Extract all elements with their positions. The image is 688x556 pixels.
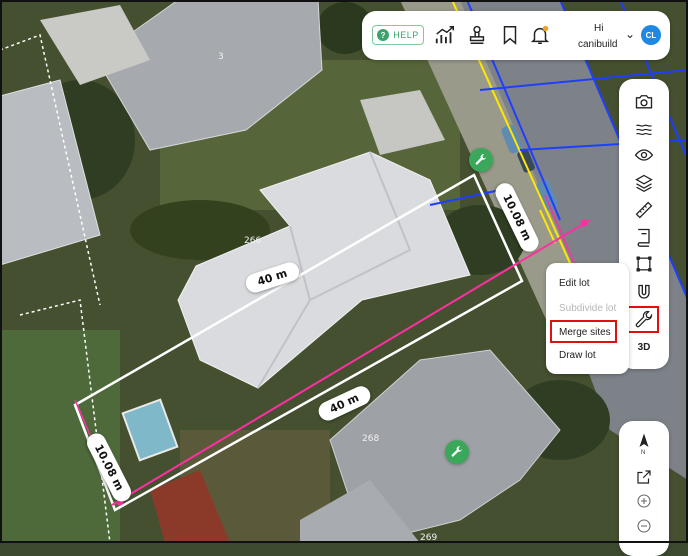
bookmark-icon[interactable]: [499, 24, 521, 46]
lot-number-label: 266: [244, 236, 262, 246]
map-navigation-rail: N: [619, 421, 669, 556]
top-toolbar: ? HELP Hi canibuild ⌄ CL: [362, 11, 670, 60]
lot-tools-button[interactable]: [632, 308, 656, 332]
lot-tool-pin[interactable]: [469, 148, 493, 172]
magnet-icon: [638, 284, 650, 299]
chart-icon[interactable]: [434, 24, 456, 46]
user-greeting: Hi: [594, 23, 604, 34]
select-area-button[interactable]: [632, 252, 656, 276]
measure-button[interactable]: [632, 198, 656, 222]
wrench-icon: [635, 310, 653, 328]
zoom-in-icon: [637, 494, 651, 508]
notification-bell-icon[interactable]: [529, 24, 551, 46]
zoom-out-button[interactable]: [632, 514, 656, 538]
eye-icon: [634, 149, 654, 161]
layers-button[interactable]: [632, 171, 656, 195]
user-name[interactable]: canibuild: [578, 39, 617, 50]
layers-icon: [635, 174, 653, 193]
menu-item-draw-lot[interactable]: Draw lot: [559, 350, 596, 361]
zoom-in-button[interactable]: [632, 489, 656, 513]
menu-item-subdivide-lot: Subdivide lot: [559, 303, 617, 314]
open-external-button[interactable]: [632, 465, 656, 489]
lot-tool-pin[interactable]: [445, 440, 469, 464]
measure-point[interactable]: [580, 219, 588, 227]
external-link-icon: [637, 470, 651, 484]
flood-overlay-button[interactable]: [632, 117, 656, 141]
zoom-out-icon: [637, 519, 651, 533]
3d-view-button[interactable]: 3D: [632, 335, 656, 359]
menu-item-edit-lot[interactable]: Edit lot: [559, 278, 590, 289]
water-icon: [636, 124, 652, 136]
snap-button[interactable]: [632, 281, 656, 305]
lot-number-label: 269: [420, 533, 438, 543]
help-label: HELP: [393, 30, 419, 40]
visibility-button[interactable]: [632, 143, 656, 167]
planning-stamp-icon[interactable]: [466, 24, 488, 46]
reports-button[interactable]: [632, 225, 656, 249]
help-icon: ?: [377, 29, 390, 41]
help-button[interactable]: ? HELP: [372, 25, 424, 45]
screenshot-button[interactable]: [632, 90, 656, 114]
camera-icon: [635, 95, 653, 109]
north-label: N: [641, 450, 646, 456]
lot-number-label: 268: [362, 434, 380, 444]
3d-label: 3D: [637, 341, 651, 353]
menu-item-merge-sites[interactable]: Merge sites: [559, 327, 611, 338]
select-box-icon: [636, 256, 652, 272]
wrench-icon: [475, 154, 487, 165]
wrench-icon: [451, 446, 463, 457]
lot-tools-menu: Edit lot Subdivide lot Merge sites Draw …: [546, 263, 629, 374]
book-icon: [637, 228, 650, 247]
lot-number-label: 3: [218, 52, 224, 62]
chevron-down-icon[interactable]: ⌄: [625, 27, 635, 41]
north-arrow-icon: [639, 433, 649, 447]
avatar[interactable]: CL: [641, 25, 661, 45]
ruler-icon: [635, 201, 653, 219]
